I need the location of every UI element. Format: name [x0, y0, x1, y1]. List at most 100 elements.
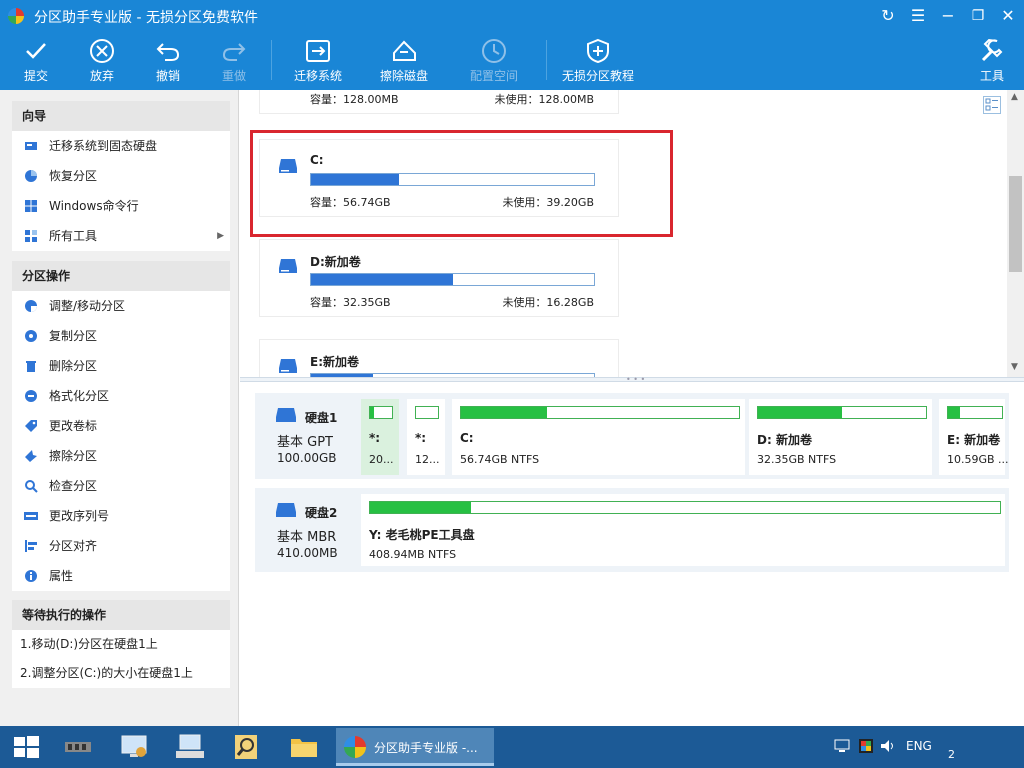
speaker-icon[interactable]: [880, 739, 896, 753]
sidebar-item-windows-cmd[interactable]: Windows命令行: [12, 191, 230, 221]
view-toggle-icon[interactable]: [983, 96, 1001, 114]
scrollbar-thumb[interactable]: [1009, 176, 1022, 272]
label-tag-icon: [25, 420, 37, 432]
sidebar-item-change-label[interactable]: 更改卷标: [12, 411, 230, 441]
sidebar-item-label: 所有工具: [49, 229, 98, 243]
active-task-button[interactable]: 分区助手专业版 -...: [336, 728, 494, 766]
usage-bar: [460, 406, 740, 419]
refresh-button[interactable]: ↻: [878, 6, 898, 26]
magnifier-icon[interactable]: [228, 730, 264, 764]
partition-name: *:: [369, 431, 381, 445]
display-color-icon[interactable]: [858, 738, 874, 754]
keyboard-computer-icon[interactable]: [172, 730, 208, 764]
tools-button[interactable]: 工具: [972, 32, 1012, 90]
disk-2-partition-y[interactable]: Y: 老毛桃PE工具盘 408.94MB NTFS: [361, 494, 1005, 566]
wipe-disk-icon: [393, 40, 416, 61]
capacity-text: 容量：32.35GB: [310, 296, 391, 309]
undo-button[interactable]: 撤销: [146, 32, 190, 90]
disk-1-partition-d[interactable]: D: 新加卷 32.35GB NTFS: [749, 399, 932, 475]
partition-info: 408.94MB NTFS: [369, 548, 457, 561]
toolbar-separator: [546, 40, 547, 80]
commit-button[interactable]: 提交: [14, 32, 58, 90]
pane-splitter[interactable]: • • •: [240, 375, 1024, 384]
vertical-scrollbar[interactable]: ▲ ▼: [1007, 90, 1024, 378]
usage-bar: [310, 273, 595, 286]
sidebar-item-recover-partition[interactable]: 恢复分区: [12, 161, 230, 191]
main-area: 容量：128.00MB 未使用：128.00MB C: 容量：56.74GB 未…: [240, 90, 1024, 726]
input-language-indicator[interactable]: ENG: [906, 739, 932, 753]
submenu-arrow-icon: ▶: [217, 231, 224, 241]
scroll-down-icon[interactable]: ▼: [1011, 362, 1018, 372]
partition-card-d[interactable]: D:新加卷 容量：32.35GB 未使用：16.28GB: [259, 239, 619, 317]
redo-button[interactable]: 重做: [212, 32, 256, 90]
migrate-os-button[interactable]: 迁移系统: [290, 32, 346, 90]
sidebar-item-copy-partition[interactable]: 复制分区: [12, 321, 230, 351]
disk-1-partition-e[interactable]: E: 新加卷 10.59GB ...: [939, 399, 1009, 475]
sidebar-item-resize-partition[interactable]: 调整/移动分区: [12, 291, 230, 321]
partition-ops-section-title: 分区操作: [12, 261, 230, 291]
discard-button[interactable]: 放弃: [80, 32, 124, 90]
serial-number-icon: [24, 512, 38, 520]
close-button[interactable]: ✕: [998, 6, 1018, 26]
partition-card-list: 容量：128.00MB 未使用：128.00MB C: 容量：56.74GB 未…: [240, 90, 1008, 378]
partition-card-e[interactable]: E:新加卷: [259, 339, 619, 378]
disk-1-partition-c[interactable]: C: 56.74GB NTFS: [452, 399, 745, 475]
sidebar-item-label: 格式化分区: [49, 389, 110, 403]
hard-disk-icon: [276, 503, 296, 517]
computer-settings-icon[interactable]: [116, 730, 152, 764]
sidebar-item-label: 属性: [49, 569, 74, 583]
sidebar-item-wipe-partition[interactable]: 擦除分区: [12, 441, 230, 471]
toolbar-separator: [271, 40, 272, 80]
active-task-title: 分区助手专业版 -...: [374, 741, 478, 755]
drive-icon: [279, 359, 297, 373]
migrate-os-label: 迁移系统: [293, 69, 342, 83]
sidebar-item-format-partition[interactable]: 格式化分区: [12, 381, 230, 411]
all-tools-icon: [25, 230, 37, 242]
network-icon[interactable]: [834, 739, 850, 753]
sidebar-item-properties[interactable]: 属性: [12, 561, 230, 591]
partition-name: E: 新加卷: [947, 433, 1001, 447]
sidebar-item-label: 分区对齐: [49, 539, 98, 553]
memory-chip-icon[interactable]: [60, 730, 96, 764]
usage-bar: [369, 501, 1001, 514]
clock-text[interactable]: 2: [948, 748, 955, 761]
sidebar-item-label: 恢复分区: [49, 169, 98, 183]
copy-partition-icon: [25, 330, 37, 342]
disk-name: 硬盘1: [305, 411, 338, 425]
drive-icon: [279, 259, 297, 273]
sidebar-item-label: 更改序列号: [49, 509, 110, 523]
partition-ops-section: 分区操作 调整/移动分区 复制分区 删除分区 格式化分区 更改卷标 擦除分区 检…: [12, 261, 230, 591]
resize-partition-icon: [25, 300, 37, 312]
sidebar-item-all-tools[interactable]: 所有工具 ▶: [12, 221, 230, 251]
config-space-button[interactable]: 配置空间: [466, 32, 522, 90]
scroll-up-icon[interactable]: ▲: [1011, 92, 1018, 102]
tutorial-button[interactable]: 无损分区教程: [558, 32, 638, 90]
pending-operation-item[interactable]: 2.调整分区(C:)的大小在硬盘1上: [12, 659, 230, 688]
disk-size: 100.00GB: [277, 451, 337, 465]
folder-icon[interactable]: [286, 730, 322, 764]
pending-operation-item[interactable]: 1.移动(D:)分区在硬盘1上: [12, 630, 230, 659]
partition-name: D:新加卷: [310, 255, 361, 269]
disk-1-partition-2[interactable]: *: 12...: [407, 399, 445, 475]
search-icon: [25, 480, 38, 493]
sidebar-item-align-partition[interactable]: 分区对齐: [12, 531, 230, 561]
windows-start-icon[interactable]: [8, 730, 44, 764]
migrate-os-icon: [306, 40, 330, 62]
disk-size: 410.00MB: [277, 546, 338, 560]
minimize-button[interactable]: −: [938, 6, 958, 26]
pending-ops-section-title: 等待执行的操作: [12, 600, 230, 630]
disk-1-partition-1[interactable]: *: 20...: [361, 399, 399, 475]
sidebar-item-delete-partition[interactable]: 删除分区: [12, 351, 230, 381]
menu-button[interactable]: ☰: [908, 6, 928, 26]
sidebar-item-change-serial[interactable]: 更改序列号: [12, 501, 230, 531]
hard-disk-icon: [276, 408, 296, 422]
format-icon: [25, 390, 37, 402]
sidebar-item-check-partition[interactable]: 检查分区: [12, 471, 230, 501]
highlight-annotation-box: [250, 130, 673, 237]
partition-card-reserved[interactable]: 容量：128.00MB 未使用：128.00MB: [259, 90, 619, 114]
info-icon: [25, 570, 37, 582]
wipe-disk-button[interactable]: 擦除磁盘: [374, 32, 434, 90]
restore-button[interactable]: ❐: [968, 6, 988, 26]
partition-name: E:新加卷: [310, 355, 359, 369]
sidebar-item-migrate-ssd[interactable]: 迁移系统到固态硬盘: [12, 131, 230, 161]
